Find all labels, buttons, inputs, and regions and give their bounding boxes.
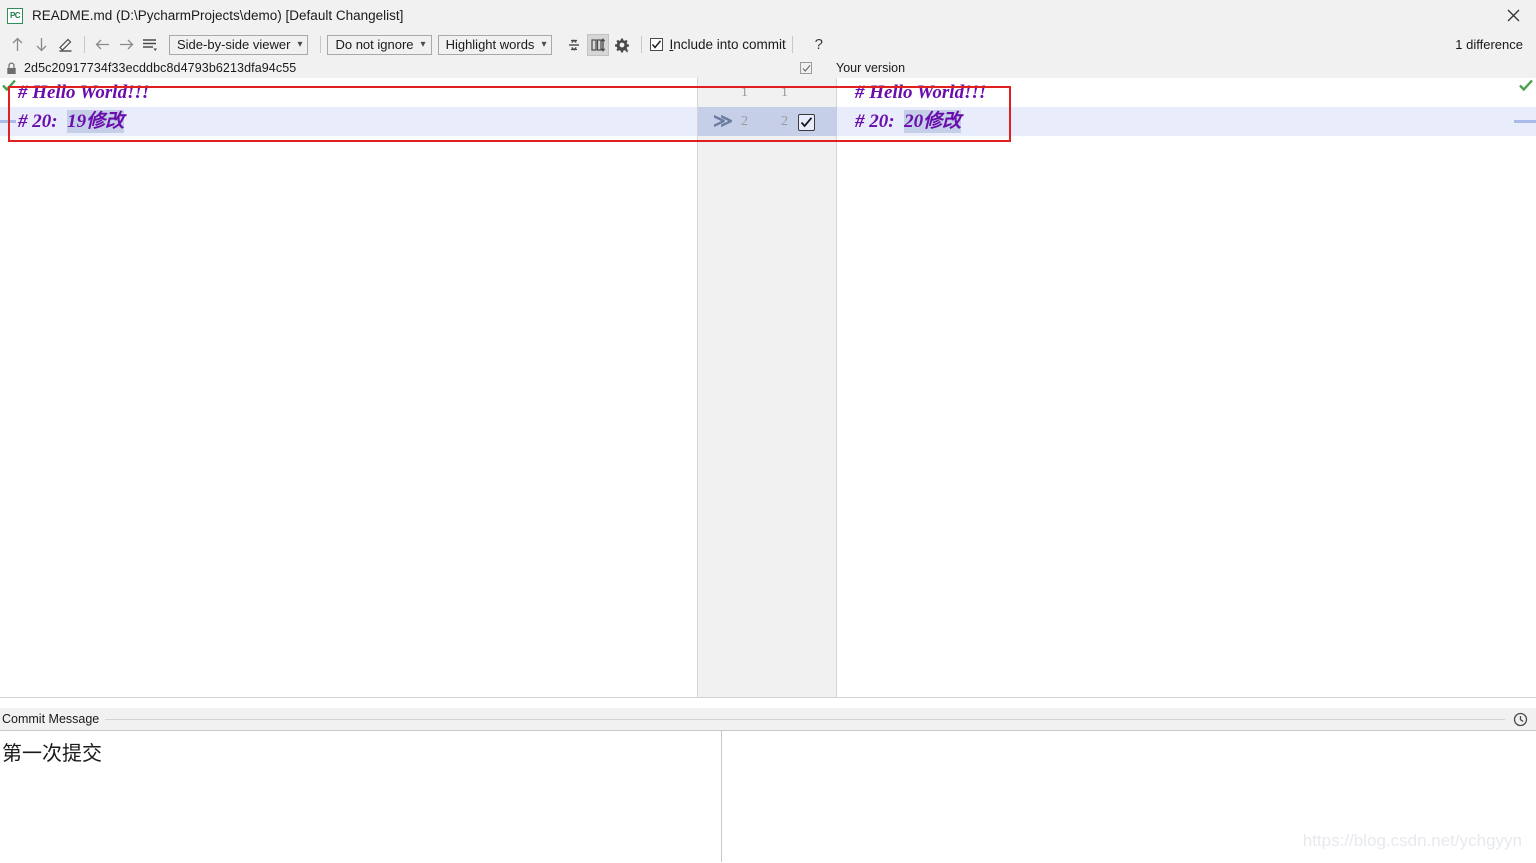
- line-number-right-2: 2: [781, 114, 788, 129]
- code-text: # Hello World!!!: [855, 82, 987, 103]
- pycharm-icon: PC: [7, 7, 23, 24]
- line-number-left-1: 1: [741, 85, 748, 100]
- changed-word-right: 20修改: [904, 110, 962, 133]
- window-title: README.md (D:\PycharmProjects\demo) [Def…: [32, 8, 404, 23]
- changed-word-left: 19修改: [67, 110, 125, 133]
- commit-message-label: Commit Message: [0, 712, 100, 726]
- ignore-mode-dropdown[interactable]: Do not ignore ▾: [327, 34, 432, 55]
- watermark-text: https://blog.csdn.net/ychgyyn: [1302, 831, 1522, 850]
- previous-change-icon[interactable]: [91, 34, 113, 56]
- line-number-right-1: 1: [781, 85, 788, 100]
- lock-icon: [6, 62, 17, 75]
- title-bar: PC README.md (D:\PycharmProjects\demo) […: [0, 0, 1536, 31]
- viewer-mode-label: Side-by-side viewer: [177, 37, 291, 52]
- right-pane-title: Your version: [836, 61, 906, 75]
- diff-body: # Hello World!!! # 20: 19修改 1 1 ≫ 2 2 # …: [0, 78, 1536, 697]
- code-line-left-2: # 20: 19修改: [0, 107, 697, 136]
- code-line-right-1: # Hello World!!!: [837, 78, 1536, 107]
- code-line-right-2: # 20: 20修改: [837, 107, 1536, 136]
- code-line-left-1: # Hello World!!!: [0, 78, 697, 107]
- checkbox-box: [650, 38, 664, 51]
- gear-icon[interactable]: [611, 34, 633, 56]
- next-change-icon[interactable]: [115, 34, 137, 56]
- commit-message-value: 第一次提交: [2, 743, 102, 765]
- commit-message-header: Commit Message: [0, 708, 1536, 730]
- synchronize-scroll-icon[interactable]: [587, 33, 610, 56]
- change-marker-left: [0, 120, 16, 123]
- highlight-mode-dropdown[interactable]: Highlight words ▾: [437, 34, 553, 55]
- clock-history-icon[interactable]: [1513, 712, 1528, 727]
- right-pane-checkbox[interactable]: [800, 62, 812, 74]
- ok-check-icon: [1519, 79, 1533, 97]
- chevron-down-icon: ▾: [297, 38, 303, 50]
- pycharm-diff-window: PC README.md (D:\PycharmProjects\demo) […: [0, 0, 1536, 863]
- viewer-mode-dropdown[interactable]: Side-by-side viewer ▾: [169, 34, 309, 55]
- difference-count-label: 1 difference: [1455, 37, 1523, 52]
- toolbar-separator-3: [641, 36, 643, 53]
- change-marker-right: [1514, 120, 1536, 123]
- close-icon[interactable]: [1490, 0, 1536, 31]
- include-change-checkbox[interactable]: [798, 114, 815, 131]
- header-rule: [105, 718, 1505, 720]
- include-into-commit-label: nclude into commit: [673, 37, 786, 52]
- diff-pane-headers: 2d5c20917734f33ecddbc8d4793b6213dfa94c55…: [0, 58, 1536, 78]
- diff-pane-right[interactable]: # Hello World!!! # 20: 20修改: [837, 78, 1536, 697]
- edit-source-icon[interactable]: [54, 34, 76, 56]
- code-text: # 20:: [855, 111, 905, 132]
- line-number-left-2: 2: [741, 114, 748, 129]
- chevron-down-icon: ▾: [420, 38, 426, 50]
- previous-difference-icon[interactable]: [6, 34, 28, 56]
- chevron-down-icon: ▾: [541, 38, 547, 50]
- diff-pane-left[interactable]: # Hello World!!! # 20: 19修改: [0, 78, 697, 697]
- help-button[interactable]: ?: [811, 36, 827, 53]
- commit-section-separator: [0, 697, 1536, 698]
- collapse-unchanged-fragments-icon[interactable]: [563, 34, 585, 56]
- toolbar-separator-2: [320, 36, 322, 53]
- ignore-mode-label: Do not ignore: [335, 37, 414, 52]
- diff-toolbar: Side-by-side viewer ▾ Do not ignore ▾ Hi…: [0, 31, 1536, 58]
- commit-area-divider: [721, 731, 722, 862]
- include-into-commit-checkbox[interactable]: Include into commit: [650, 37, 786, 52]
- revision-hash-label: 2d5c20917734f33ecddbc8d4793b6213dfa94c55: [24, 61, 297, 75]
- toolbar-separator: [84, 36, 85, 53]
- lines-options-icon[interactable]: [139, 34, 161, 56]
- toolbar-separator-4: [791, 36, 793, 53]
- code-text: # Hello World!!!: [18, 82, 150, 103]
- diff-gutter: 1 1 ≫ 2 2: [697, 78, 838, 697]
- highlight-mode-label: Highlight words: [445, 37, 535, 52]
- next-difference-icon[interactable]: [30, 34, 52, 56]
- code-text: # 20:: [18, 111, 68, 132]
